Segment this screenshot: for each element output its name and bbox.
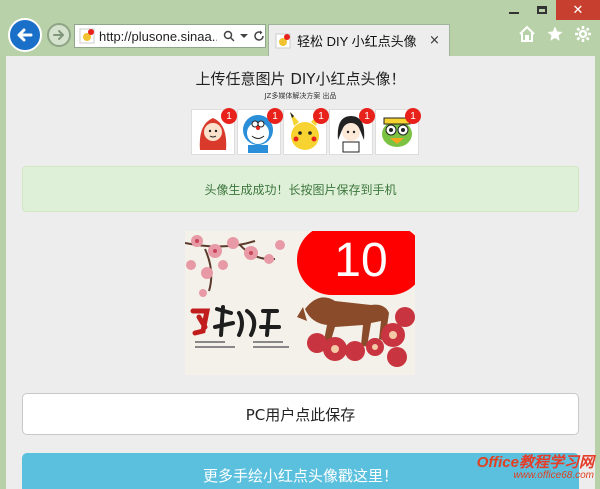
generated-avatar-image[interactable]: 10 — [185, 231, 415, 375]
forward-button[interactable] — [47, 23, 71, 47]
arrow-right-icon — [53, 30, 64, 40]
tab-title: 轻松 DIY 小红点头像 — [297, 34, 417, 49]
avatar-bird: 1 — [375, 108, 421, 155]
arrow-left-icon — [17, 28, 33, 42]
watermark-cn: 教程学习网 — [518, 454, 594, 471]
maximize-button[interactable] — [528, 0, 556, 20]
avatar-red-hood: 1 — [191, 108, 237, 155]
avatar-doraemon: 1 — [237, 108, 283, 155]
watermark-latin: Office — [476, 454, 519, 471]
address-bar[interactable]: http://plusone.sinaa... — [74, 24, 266, 48]
minimize-button[interactable] — [500, 0, 528, 20]
avatar-badge: 1 — [313, 108, 329, 124]
url-text[interactable]: http://plusone.sinaa... — [99, 29, 217, 44]
star-icon[interactable] — [546, 25, 564, 43]
close-icon: ✕ — [572, 2, 584, 18]
chevron-down-icon[interactable] — [240, 32, 248, 40]
avatar-badge: 1 — [221, 108, 237, 124]
site-favicon-icon — [79, 28, 95, 44]
avatar-pikachu: 1 — [283, 108, 329, 155]
window-controls: ✕ — [500, 0, 600, 20]
avatar-girl: 1 — [329, 108, 375, 155]
maximize-icon — [537, 6, 547, 14]
watermark-title: Office教程学习网 — [444, 451, 594, 472]
avatar-badge: 1 — [267, 108, 283, 124]
minimize-icon — [509, 12, 519, 14]
sample-avatars: 1 1 1 1 1 — [191, 108, 421, 155]
search-icon[interactable] — [223, 30, 235, 42]
browser-titlebar: ✕ http://plusone.sinaa... 轻松 DIY 小红点头像 × — [0, 0, 600, 56]
notification-count-badge: 10 — [297, 231, 415, 295]
home-icon[interactable] — [518, 25, 536, 43]
watermark-url: www.office68.com — [513, 470, 594, 481]
page-title: 上传任意图片 DIY小红点头像！ — [195, 70, 406, 88]
page-content: 上传任意图片 DIY小红点头像！ JZ多媒体解决方案 出品 1 1 1 1 1 … — [6, 56, 595, 489]
browser-toolbar-right — [518, 25, 592, 43]
address-tools — [223, 30, 265, 42]
site-watermark: Office教程学习网 www.office68.com — [444, 451, 594, 485]
refresh-icon[interactable] — [253, 30, 265, 42]
back-button[interactable] — [8, 18, 42, 52]
pc-save-button[interactable]: PC用户点此保存 — [22, 393, 579, 435]
close-window-button[interactable]: ✕ — [556, 0, 600, 20]
tab-favicon-icon — [275, 33, 291, 48]
avatar-badge: 1 — [405, 108, 421, 124]
avatar-badge: 1 — [359, 108, 375, 124]
gear-icon[interactable] — [574, 25, 592, 43]
page-subtitle: JZ多媒体解决方案 出品 — [264, 92, 337, 100]
tab-close-icon[interactable]: × — [429, 33, 440, 48]
success-alert: 头像生成成功！长按图片保存到手机 — [22, 166, 579, 212]
tab-active[interactable]: 轻松 DIY 小红点头像 × — [268, 24, 450, 56]
